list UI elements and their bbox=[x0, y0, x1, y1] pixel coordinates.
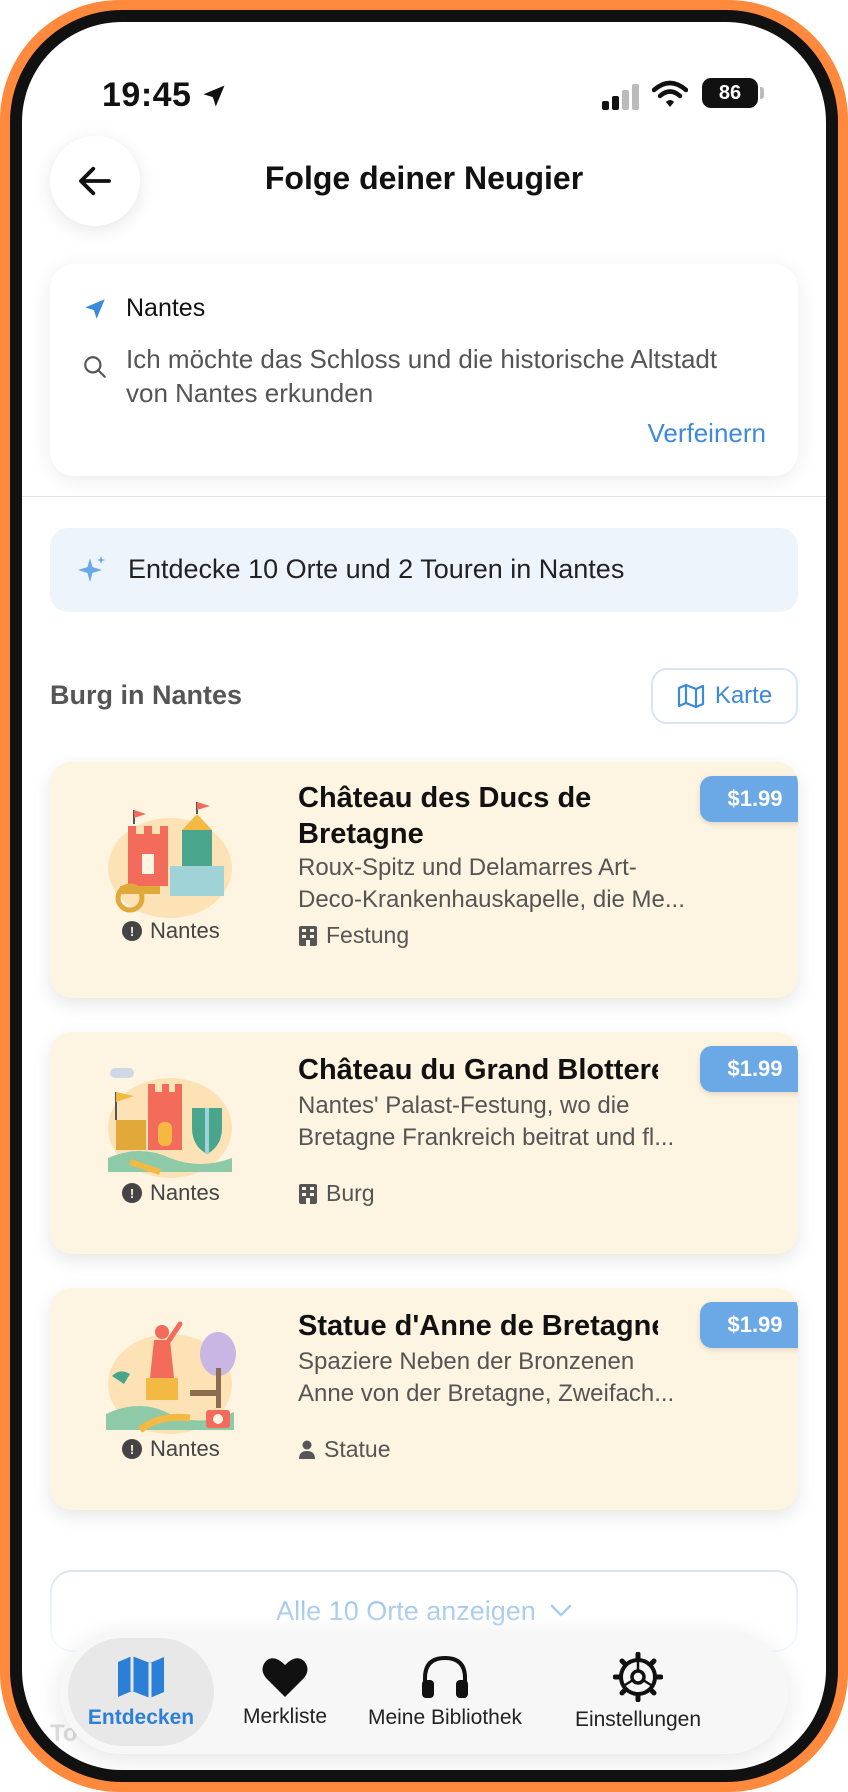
tab-einstellungen[interactable]: Einstellungen bbox=[540, 1638, 736, 1746]
place-city-label: Nantes bbox=[150, 1180, 220, 1205]
status-bar: 19:45 86 bbox=[22, 72, 826, 122]
place-description-line: Roux-Spitz und Delamarres Art- bbox=[298, 854, 637, 881]
location-label: Nantes bbox=[126, 294, 206, 322]
divider bbox=[22, 496, 826, 497]
place-category: Festung bbox=[298, 922, 409, 949]
battery-cap bbox=[760, 87, 764, 99]
place-city: ! Nantes bbox=[122, 1180, 220, 1206]
tab-entdecken[interactable]: Entdecken bbox=[68, 1638, 214, 1746]
place-card[interactable]: ! Nantes Statue d'Anne de Bretagne Spazi… bbox=[50, 1288, 798, 1510]
place-description: Spaziere Neben der Bronzenen Anne von de… bbox=[298, 1346, 758, 1410]
location-arrow-icon bbox=[82, 296, 108, 327]
place-name: Statue d'Anne de Bretagne bbox=[298, 1310, 658, 1342]
info-icon: ! bbox=[122, 1183, 142, 1203]
place-city: ! Nantes bbox=[122, 1436, 220, 1462]
place-description: Nantes' Palast-Festung, wo die Bretagne … bbox=[298, 1090, 758, 1154]
info-icon: ! bbox=[122, 1439, 142, 1459]
refine-link[interactable]: Verfeinern bbox=[647, 418, 766, 449]
place-category: Statue bbox=[298, 1436, 391, 1463]
place-description-line: Spaziere Neben der Bronzenen bbox=[298, 1348, 635, 1375]
map-icon bbox=[118, 1656, 164, 1698]
battery-indicator: 86 bbox=[702, 78, 758, 108]
heart-icon bbox=[262, 1658, 308, 1697]
discover-banner: Entdecke 10 Orte und 2 Touren in Nantes bbox=[50, 528, 798, 612]
place-category-label: Festung bbox=[326, 922, 410, 948]
place-description-line: Bretagne Frankreich beitrat und fl... bbox=[298, 1124, 675, 1151]
tab-label: Entdecken bbox=[87, 1706, 195, 1729]
search-query-card[interactable]: Nantes Ich möchte das Schloss und die hi… bbox=[50, 264, 798, 476]
location-arrow-icon bbox=[200, 82, 228, 115]
tab-merkliste[interactable]: Merkliste bbox=[218, 1638, 352, 1746]
cellular-signal-icon bbox=[602, 84, 640, 115]
wifi-icon bbox=[651, 80, 689, 115]
price-badge[interactable]: $1.99 bbox=[700, 1046, 798, 1092]
map-icon bbox=[677, 683, 704, 709]
place-name: Château du Grand Blottereau bbox=[298, 1054, 658, 1086]
price-badge[interactable]: $1.99 bbox=[700, 1302, 798, 1348]
tab-label: Meine Bibliothek bbox=[367, 1706, 523, 1729]
headphones-icon bbox=[422, 1655, 468, 1698]
place-category-label: Burg bbox=[326, 1180, 375, 1206]
tab-label: Merkliste bbox=[242, 1705, 327, 1728]
building-icon bbox=[299, 1183, 317, 1204]
sparkle-icon bbox=[76, 554, 108, 591]
tab-meine-bibliothek[interactable]: Meine Bibliothek bbox=[356, 1638, 534, 1746]
place-description-line: Deco-Krankenhauskapelle, die Me... bbox=[298, 886, 685, 913]
place-category-label: Statue bbox=[324, 1436, 391, 1462]
map-button[interactable]: Karte bbox=[651, 668, 798, 724]
tab-bar: Entdecken Merkliste Meine Bibliothek Ein… bbox=[60, 1630, 788, 1754]
place-card[interactable]: ! Nantes Château du Grand Blottereau Nan… bbox=[50, 1032, 798, 1254]
price-badge[interactable]: $1.99 bbox=[700, 776, 798, 822]
section-title: Burg in Nantes bbox=[50, 680, 243, 710]
info-icon: ! bbox=[122, 921, 142, 941]
status-time: 19:45 bbox=[102, 76, 192, 114]
place-category: Burg bbox=[298, 1180, 375, 1207]
page-title: Folge deiner Neugier bbox=[264, 160, 584, 196]
tab-label: Einstellungen bbox=[574, 1708, 702, 1731]
show-all-label: Alle 10 Orte anzeigen bbox=[276, 1595, 536, 1626]
place-description-line: Nantes' Palast-Festung, wo die bbox=[298, 1092, 630, 1119]
search-icon bbox=[82, 354, 108, 385]
place-description: Roux-Spitz und Delamarres Art- Deco-Kran… bbox=[298, 852, 758, 916]
gear-icon bbox=[613, 1652, 663, 1702]
person-icon bbox=[299, 1440, 315, 1459]
place-card[interactable]: ! Nantes Château des Ducs de Bretagne Ro… bbox=[50, 762, 798, 998]
place-name: Château des Ducs de Bretagne bbox=[298, 782, 592, 850]
building-icon bbox=[299, 925, 317, 946]
discover-text: Entdecke 10 Orte und 2 Touren in Nantes bbox=[128, 554, 625, 584]
chevron-down-icon bbox=[550, 1604, 572, 1617]
screen: 19:45 86 Folge deiner Neugier Nantes Ich… bbox=[22, 22, 826, 1770]
map-button-label: Karte bbox=[714, 682, 773, 709]
query-text: Ich möchte das Schloss und die historisc… bbox=[126, 344, 718, 408]
place-city-label: Nantes bbox=[150, 918, 220, 943]
place-description-line: Anne von der Bretagne, Zweifach... bbox=[298, 1380, 675, 1407]
place-city-label: Nantes bbox=[150, 1436, 220, 1461]
place-city: ! Nantes bbox=[122, 918, 220, 944]
